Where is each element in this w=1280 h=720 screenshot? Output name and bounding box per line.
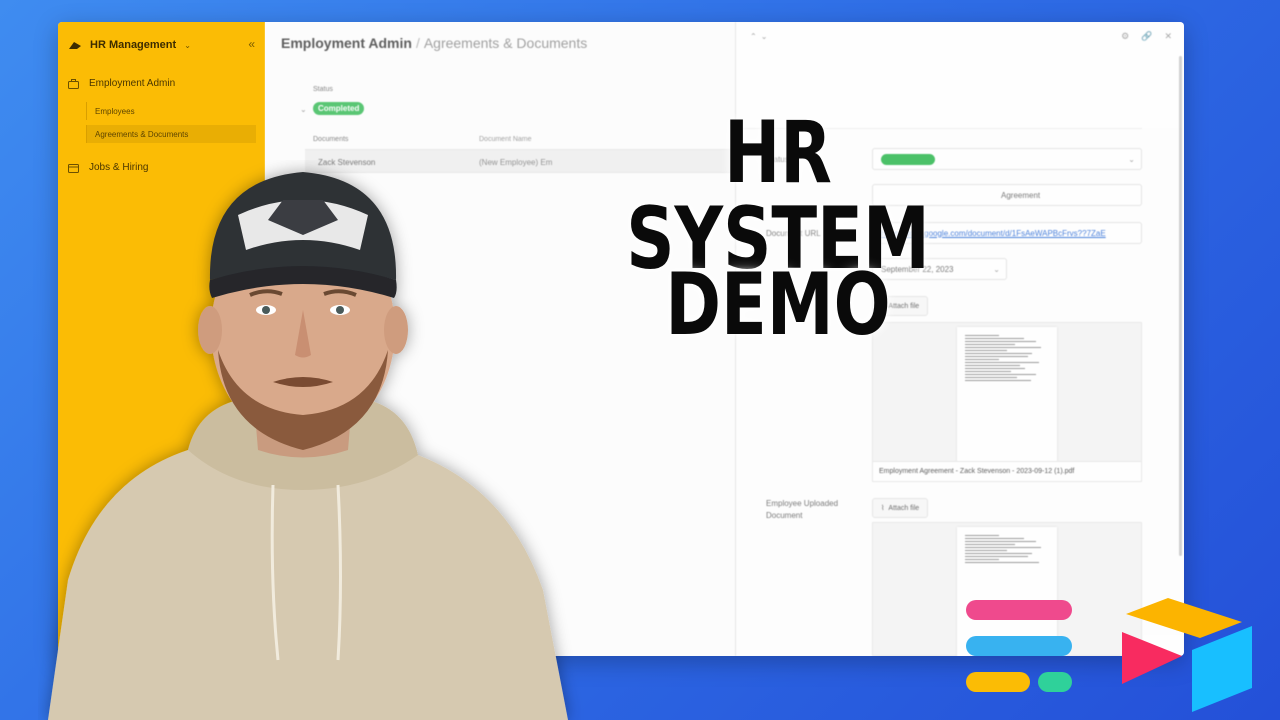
sidebar-subitem-label: Agreements & Documents <box>95 129 189 139</box>
sidebar-item-agreements-documents[interactable]: Agreements & Documents <box>86 125 256 143</box>
collapse-sidebar-icon[interactable]: « <box>248 37 255 51</box>
breadcrumb-root[interactable]: Employment Admin <box>281 35 412 51</box>
brand-icon <box>69 42 81 49</box>
scrollbar[interactable] <box>1179 56 1182 556</box>
briefcase-icon <box>68 78 79 89</box>
attach-file-label: Attach file <box>888 504 920 512</box>
document-name-value: Agreement <box>1001 190 1041 200</box>
breadcrumb-separator: / <box>415 35 420 51</box>
column-header-document-name[interactable]: Document Name <box>479 136 532 143</box>
column-header-documents[interactable]: Documents <box>313 136 348 143</box>
workspace-header[interactable]: HR Management ⌄ « <box>68 36 255 54</box>
airtable-logo-icon <box>1122 598 1252 712</box>
sidebar-item-employees[interactable]: Employees <box>86 102 256 120</box>
sidebar-item-label: Employment Admin <box>89 78 176 89</box>
sidebar-subitem-label: Employees <box>95 106 135 116</box>
attach-file-button-2[interactable]: ⌇ Attach file <box>872 498 929 518</box>
workspace-name: HR Management <box>90 39 177 51</box>
attachment-filename: Employment Agreement - Zack Stevenson - … <box>873 461 1141 481</box>
chevron-down-icon: ⌄ <box>993 264 1000 274</box>
breadcrumb-current: Agreements & Documents <box>423 35 588 51</box>
link-icon[interactable]: 🔗 <box>1141 31 1152 42</box>
chevron-down-icon[interactable]: ⌄ <box>184 41 191 50</box>
chevron-down-icon: ⌄ <box>1128 154 1135 164</box>
brand-logos <box>966 598 1252 712</box>
presenter-photo <box>48 172 568 720</box>
close-icon[interactable]: ✕ <box>1164 31 1172 42</box>
group-status-label: Status <box>313 86 333 93</box>
chevron-down-icon[interactable]: ⌄ <box>300 105 307 114</box>
breadcrumb: Employment Admin / Agreements & Documents <box>281 35 587 51</box>
field-label-employee-uploaded: Employee Uploaded Document <box>766 499 839 520</box>
settings-icon[interactable]: ⚙ <box>1121 31 1129 42</box>
status-badge: Completed <box>313 102 365 115</box>
stacked-bars-logo-icon <box>966 600 1072 692</box>
record-nav-arrows[interactable]: ⌃⌄ <box>750 32 771 41</box>
sidebar-item-employment-admin[interactable]: Employment Admin <box>68 78 258 89</box>
thumbnail-title-line-2: DEMO <box>665 255 891 355</box>
paperclip-icon: ⌇ <box>881 505 885 512</box>
panel-toolbar: ⚙ 🔗 ✕ <box>1121 31 1172 42</box>
